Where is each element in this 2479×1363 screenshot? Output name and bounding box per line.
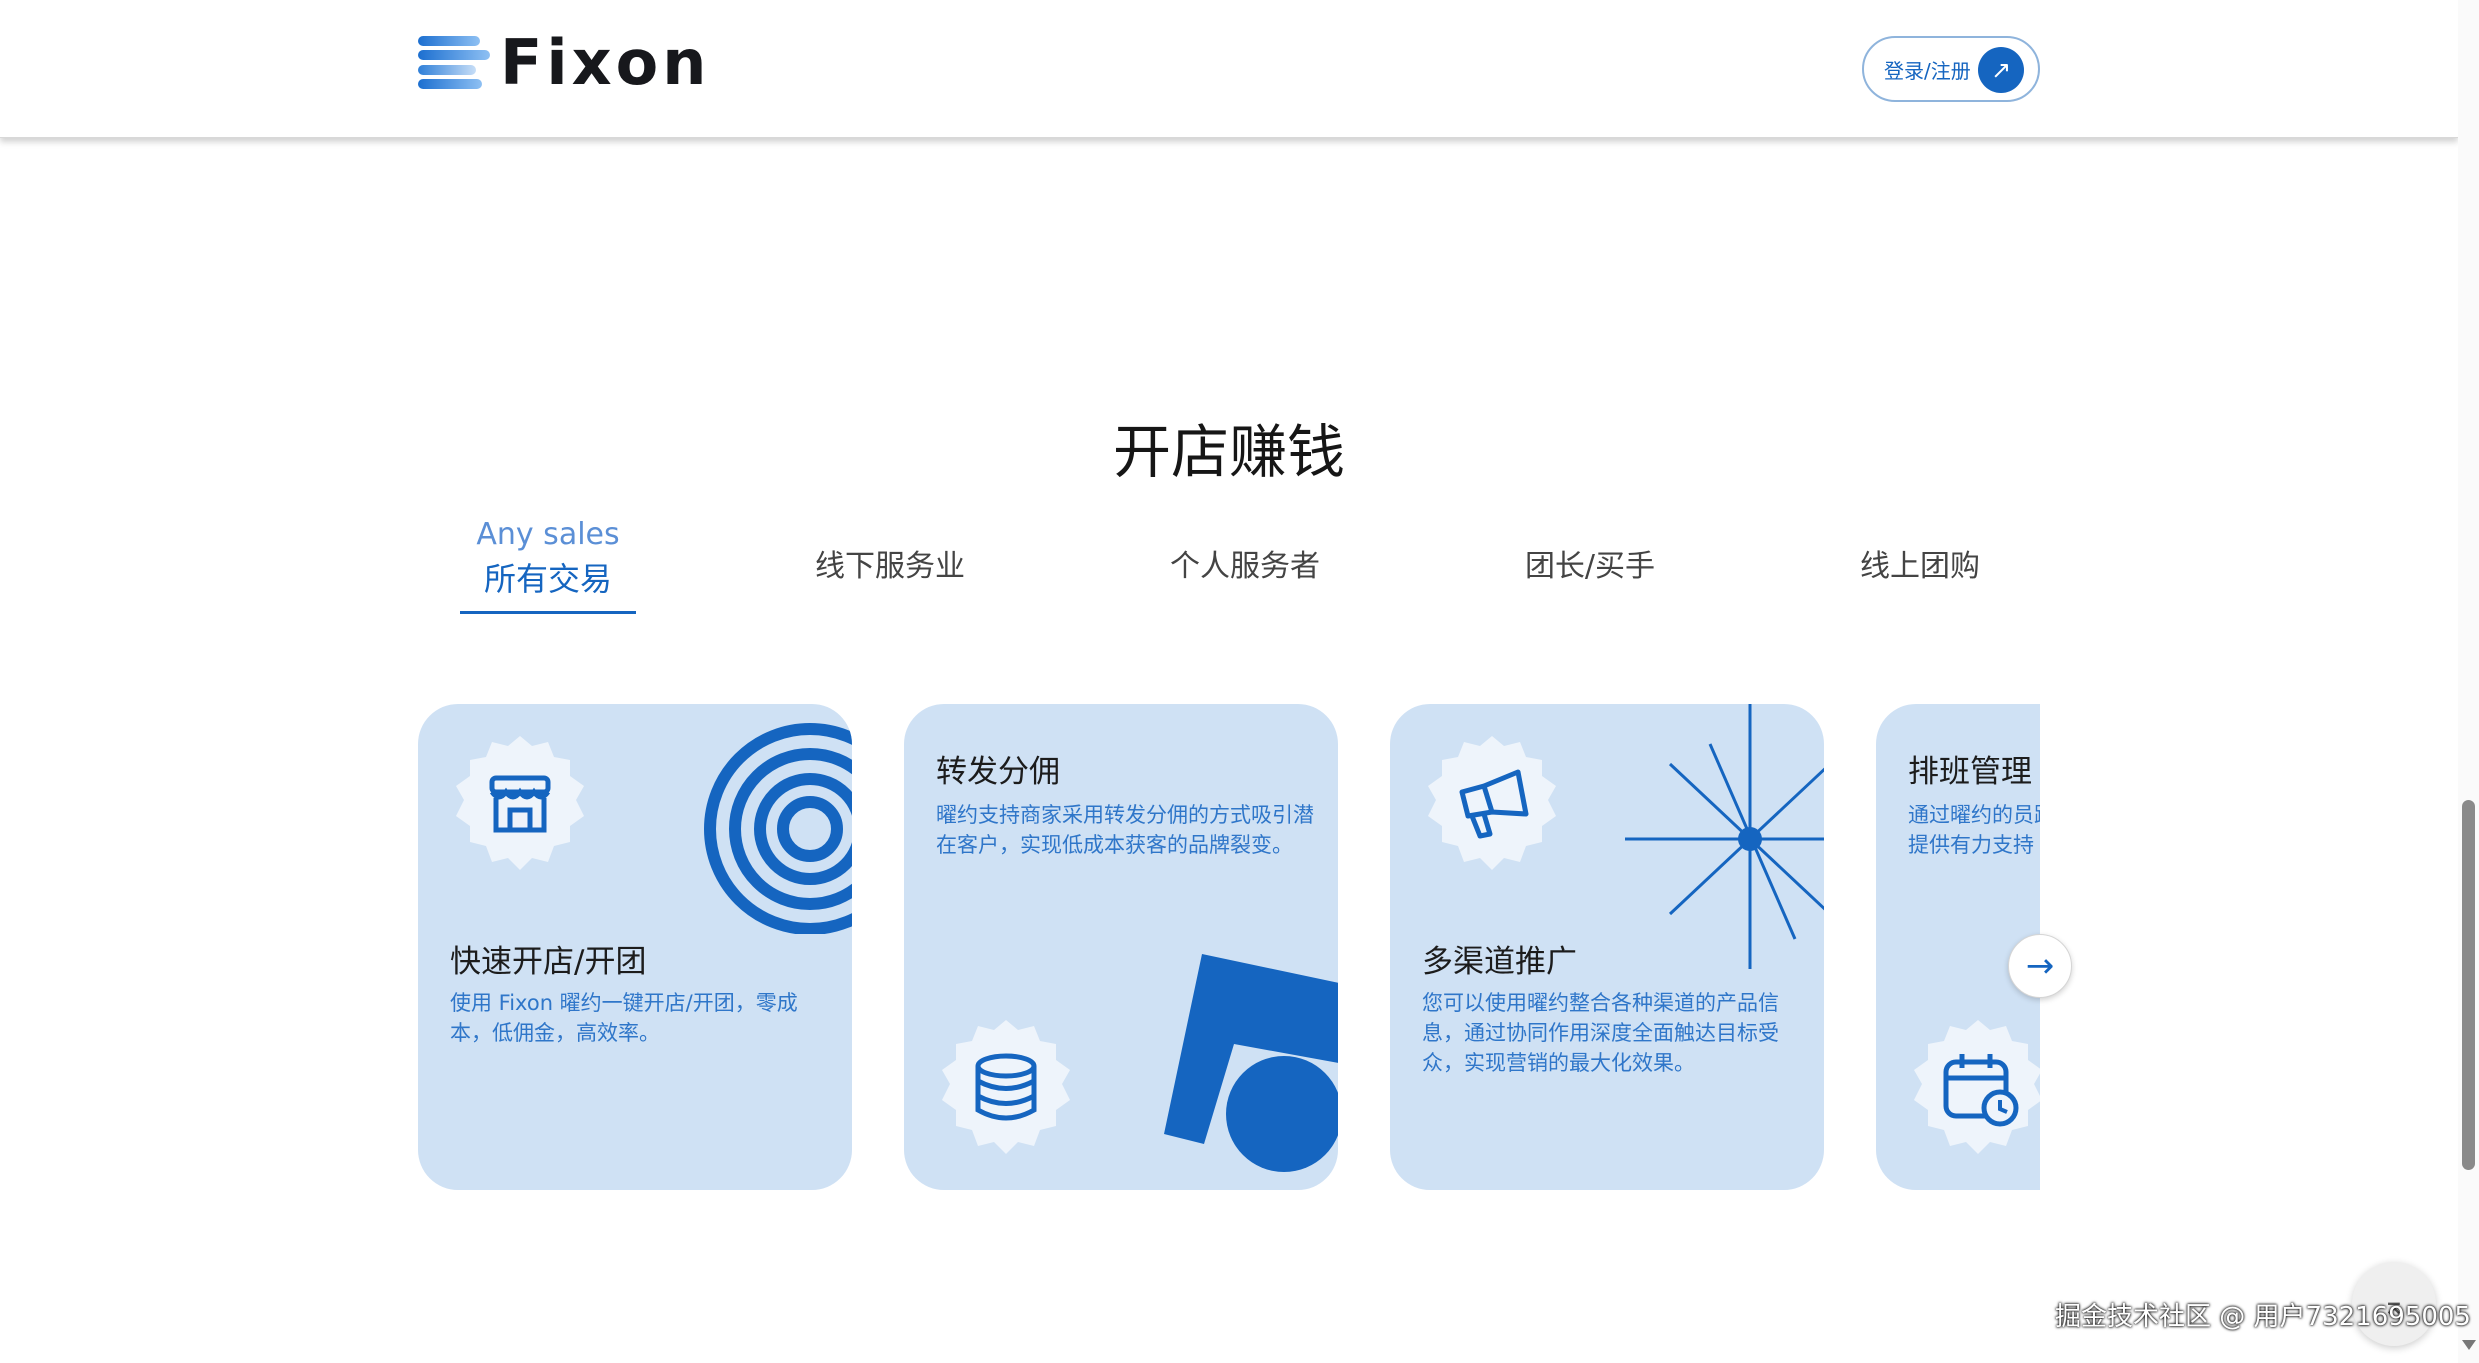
database-icon — [936, 1018, 1076, 1158]
tab-individual-providers[interactable]: 个人服务者 — [1135, 541, 1355, 585]
feature-card-quick-open[interactable]: 快速开店/开团 使用 Fixon 曜约一键开店/开团，零成本，低佣金，高效率。 — [418, 704, 852, 1190]
concentric-rings-decoration — [704, 723, 852, 934]
tab-all-sales-label: 所有交易 — [483, 560, 612, 598]
tab-online-group-buy[interactable]: 线上团购 — [1810, 541, 2030, 585]
carousel-next-button[interactable]: → — [2008, 934, 2072, 998]
tab-all-sales-en: Any sales — [476, 517, 620, 552]
arrow-up-right-icon: ↗ — [1978, 47, 2024, 93]
feature-card-referral-commission[interactable]: 转发分佣 曜约支持商家采用转发分佣的方式吸引潜在客户，实现低成本获客的品牌裂变。 — [904, 704, 1338, 1190]
store-icon — [450, 734, 590, 874]
section-title: 开店赚钱 — [1112, 418, 1345, 486]
watermark-text: 掘金技术社区 @ 用户7321695005 — [2055, 1302, 2471, 1332]
site-header: Fixon 登录/注册 ↗ — [0, 0, 2458, 138]
card-description: 使用 Fixon 曜约一键开店/开团，零成本，低佣金，高效率。 — [450, 991, 798, 1045]
tab-all-sales[interactable]: Any sales 所有交易 — [460, 515, 636, 614]
card-title: 多渠道推广 — [1422, 944, 1577, 980]
scrollbar-thumb[interactable] — [2462, 800, 2475, 1170]
card-description: 通过曜约的员跟踪员工销售出数据，全面提供有力支持 — [1908, 803, 2040, 857]
starburst-decoration — [1625, 704, 1824, 969]
card-title: 排班管理 — [1908, 754, 2032, 790]
card-description: 曜约支持商家采用转发分佣的方式吸引潜在客户，实现低成本获客的品牌裂变。 — [936, 803, 1314, 857]
tab-active-underline — [460, 611, 636, 614]
card-description: 您可以使用曜约整合各种渠道的产品信息，通过协同作用深度全面触达目标受众，实现营销… — [1422, 991, 1779, 1075]
calendar-clock-icon — [1908, 1018, 2040, 1158]
login-register-label: 登录/注册 — [1884, 58, 1971, 83]
tab-group-leaders[interactable]: 团长/买手 — [1480, 541, 1700, 585]
scroll-down-arrow-icon[interactable] — [2462, 1340, 2476, 1350]
logo[interactable]: Fixon — [418, 26, 711, 99]
logo-text: Fixon — [500, 26, 711, 99]
login-register-button[interactable]: 登录/注册 ↗ — [1862, 36, 2040, 102]
tab-offline-services[interactable]: 线下服务业 — [780, 541, 1000, 585]
logo-mark-icon — [418, 36, 490, 90]
page-scrollbar[interactable] — [2458, 0, 2479, 1363]
geometric-shapes-decoration — [1164, 954, 1338, 1172]
feature-card-multichannel-promotion[interactable]: 多渠道推广 您可以使用曜约整合各种渠道的产品信息，通过协同作用深度全面触达目标受… — [1390, 704, 1824, 1190]
megaphone-icon — [1422, 734, 1562, 874]
feature-carousel: 快速开店/开团 使用 Fixon 曜约一键开店/开团，零成本，低佣金，高效率。 … — [418, 704, 2040, 1192]
card-title: 转发分佣 — [936, 754, 1060, 790]
card-title: 快速开店/开团 — [450, 944, 647, 980]
